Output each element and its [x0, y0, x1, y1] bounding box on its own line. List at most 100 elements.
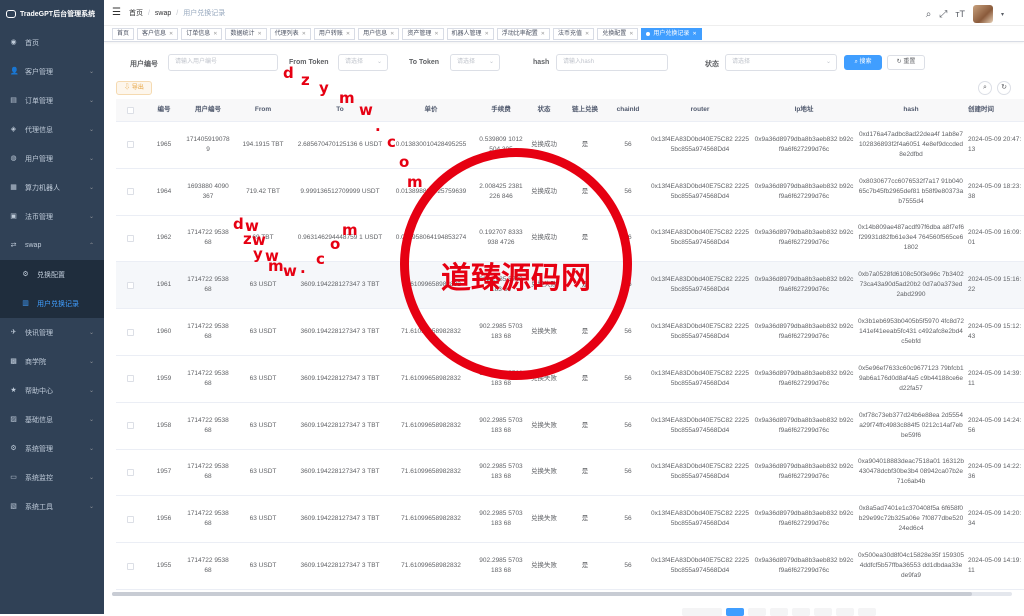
caret-down-icon[interactable]: ▾ [1001, 11, 1004, 18]
table-row[interactable]: 1959 1714722 953868 63 USDT 3609.1942281273… [116, 356, 1024, 403]
cell-price: 71.61099658982832 [401, 468, 461, 476]
tab-6[interactable]: 用户信息 ✕ [358, 27, 400, 40]
tab-5[interactable]: 用户转账 ✕ [313, 27, 356, 40]
row-checkbox[interactable] [126, 375, 134, 383]
tab-1[interactable]: 客户信息 ✕ [137, 27, 179, 40]
table-row[interactable]: 1965 1714059190789 194.1915 TBT 2.685670470… [116, 122, 1024, 169]
font-size-icon[interactable]: ᴛT [955, 9, 965, 19]
sidebar-item-13[interactable]: ▨ 基础信息 ⌄ [0, 405, 104, 434]
sidebar-item-label: 商学院 [25, 358, 46, 366]
close-icon[interactable]: ✕ [692, 29, 696, 39]
page-3[interactable] [770, 608, 788, 616]
sidebar-item-14[interactable]: ⚙ 系统管理 ⌄ [0, 434, 104, 463]
reset-button[interactable]: ↻ 重置 [887, 55, 925, 70]
sidebar-item-1[interactable]: 👤 客户管理 ⌄ [0, 57, 104, 86]
refresh-icon[interactable]: ↻ [997, 81, 1011, 95]
close-icon[interactable]: ✕ [541, 29, 545, 39]
close-icon[interactable]: ✕ [213, 29, 217, 39]
sidebar-item-5[interactable]: ▦ 算力机器人 ⌄ [0, 173, 104, 202]
tab-2[interactable]: 订单信息 ✕ [181, 27, 223, 40]
row-checkbox[interactable] [126, 422, 134, 430]
sidebar-item-3[interactable]: ◈ 代理信息 ⌄ [0, 115, 104, 144]
toggle-search-icon[interactable]: ⌕ [978, 81, 992, 95]
row-checkbox[interactable] [126, 141, 134, 149]
to-token-select[interactable]: 请选择 ⌄ [450, 54, 500, 71]
close-icon[interactable]: ✕ [257, 29, 261, 39]
tab-4[interactable]: 代理列表 ✕ [269, 27, 311, 40]
close-icon[interactable]: ✕ [434, 29, 438, 39]
tab-0[interactable]: 首页 [112, 27, 135, 40]
row-checkbox[interactable] [126, 468, 134, 476]
row-checkbox[interactable] [126, 234, 134, 242]
tab-3[interactable]: 数据统计 ✕ [225, 27, 267, 40]
sidebar-item-0[interactable]: ◉ 首页 [0, 28, 104, 57]
sidebar-item-2[interactable]: ▤ 订单管理 ⌄ [0, 86, 104, 115]
tab-label: 订单信息 [186, 30, 211, 37]
table-row[interactable]: 1961 1714722 953868 63 USDT 3609.1942281273… [116, 262, 1024, 310]
close-icon[interactable]: ✕ [585, 29, 589, 39]
page-next[interactable] [858, 608, 876, 616]
page-2[interactable] [748, 608, 766, 616]
table-row[interactable]: 1964 1693880 4090367 719.42 TBT 9.999136512… [116, 169, 1024, 216]
close-icon[interactable]: ✕ [485, 29, 489, 39]
page-4[interactable] [792, 608, 810, 616]
search-button[interactable]: ⌕ 搜索 [844, 55, 882, 70]
export-button[interactable]: ⇩ 导出 [116, 81, 152, 95]
hash-input[interactable]: 请输入hash [556, 54, 668, 71]
tab-label: 用户信息 [363, 30, 388, 37]
cell-time: 2024-05-09 14:39:11 [968, 369, 1022, 387]
breadcrumb-home[interactable]: 首页 [129, 10, 143, 17]
sidebar-item-11[interactable]: ▩ 商学院 ⌄ [0, 347, 104, 376]
row-checkbox[interactable] [126, 188, 134, 196]
table-row[interactable]: 1958 1714722 953868 63 USDT 3609.1942281273… [116, 403, 1024, 450]
cell-chain: 56 [624, 281, 632, 289]
page-6[interactable] [836, 608, 854, 616]
close-icon[interactable]: ✕ [302, 29, 306, 39]
tab-9[interactable]: 浮动比率配置 ✕ [496, 27, 550, 40]
table-row[interactable]: 1960 1714722 953868 63 USDT 3609.1942281273… [116, 309, 1024, 356]
row-checkbox[interactable] [126, 515, 134, 523]
tab-12[interactable]: 用户兑换记录 ✕ [641, 27, 702, 40]
tab-8[interactable]: 机器人管理 ✕ [446, 27, 494, 40]
sidebar-item-10[interactable]: ✈ 快讯管理 ⌄ [0, 318, 104, 347]
search-icon[interactable]: ⌕ [926, 9, 932, 20]
sidebar-item-label: 法币管理 [25, 213, 53, 221]
sidebar-item-16[interactable]: ▧ 系统工具 ⌄ [0, 492, 104, 521]
row-checkbox[interactable] [126, 328, 134, 336]
tab-10[interactable]: 法币充值 ✕ [552, 27, 595, 40]
sidebar-item-8[interactable]: ⚙ 兑换配置 [0, 260, 104, 289]
cell-user: 1714722 953868 [187, 557, 229, 575]
sidebar-item-12[interactable]: ★ 帮助中心 ⌄ [0, 376, 104, 405]
status-select[interactable]: 请选择 ⌄ [725, 54, 837, 71]
avatar[interactable] [972, 5, 993, 23]
sidebar-item-15[interactable]: ▭ 系统监控 ⌄ [0, 463, 104, 492]
sidebar-item-7[interactable]: ⇄ swap ⌃ [0, 231, 104, 260]
tab-7[interactable]: 资产管理 ✕ [402, 27, 444, 40]
close-icon[interactable]: ✕ [390, 29, 394, 39]
hamburger-icon[interactable]: ☰ [112, 7, 121, 18]
cell-fee: 2.008425 2381226 846 [479, 182, 523, 200]
tab-11[interactable]: 兑换配置 ✕ [597, 27, 639, 40]
table-row[interactable]: 1956 1714722 953868 63 USDT 3609.1942281273… [116, 496, 1024, 544]
page-5[interactable] [814, 608, 832, 616]
cell-to: 3609.194228127347 3 TBT [300, 515, 380, 523]
table-row[interactable]: 1957 1714722 953868 63 USDT 3609.1942281273… [116, 450, 1024, 497]
users-icon: ◍ [10, 155, 17, 162]
sidebar-item-6[interactable]: ▣ 法币管理 ⌄ [0, 202, 104, 231]
table-row[interactable]: 1955 1714722 953868 63 USDT 3609.1942281273… [116, 543, 1024, 590]
select-all-checkbox[interactable] [126, 106, 134, 114]
close-icon[interactable]: ✕ [629, 29, 633, 39]
table-row[interactable]: 1962 1714722 953868 69 TBT 0.96314629444875… [116, 216, 1024, 263]
fullscreen-icon[interactable]: ⤢ [939, 9, 947, 20]
sidebar-item-9[interactable]: ▥ 用户兑换记录 [0, 289, 104, 318]
row-checkbox[interactable] [126, 281, 134, 289]
from-token-select[interactable]: 请选择 ⌄ [338, 54, 388, 71]
close-icon[interactable]: ✕ [169, 29, 173, 39]
sidebar-item-4[interactable]: ◍ 用户管理 ⌄ [0, 144, 104, 173]
page-size-select[interactable] [682, 608, 722, 616]
page-1[interactable] [726, 608, 744, 616]
close-icon[interactable]: ✕ [346, 29, 350, 39]
horizontal-scrollbar[interactable] [112, 592, 1012, 596]
row-checkbox[interactable] [126, 562, 134, 570]
user-id-input[interactable]: 请输入用户编号 [168, 54, 278, 71]
